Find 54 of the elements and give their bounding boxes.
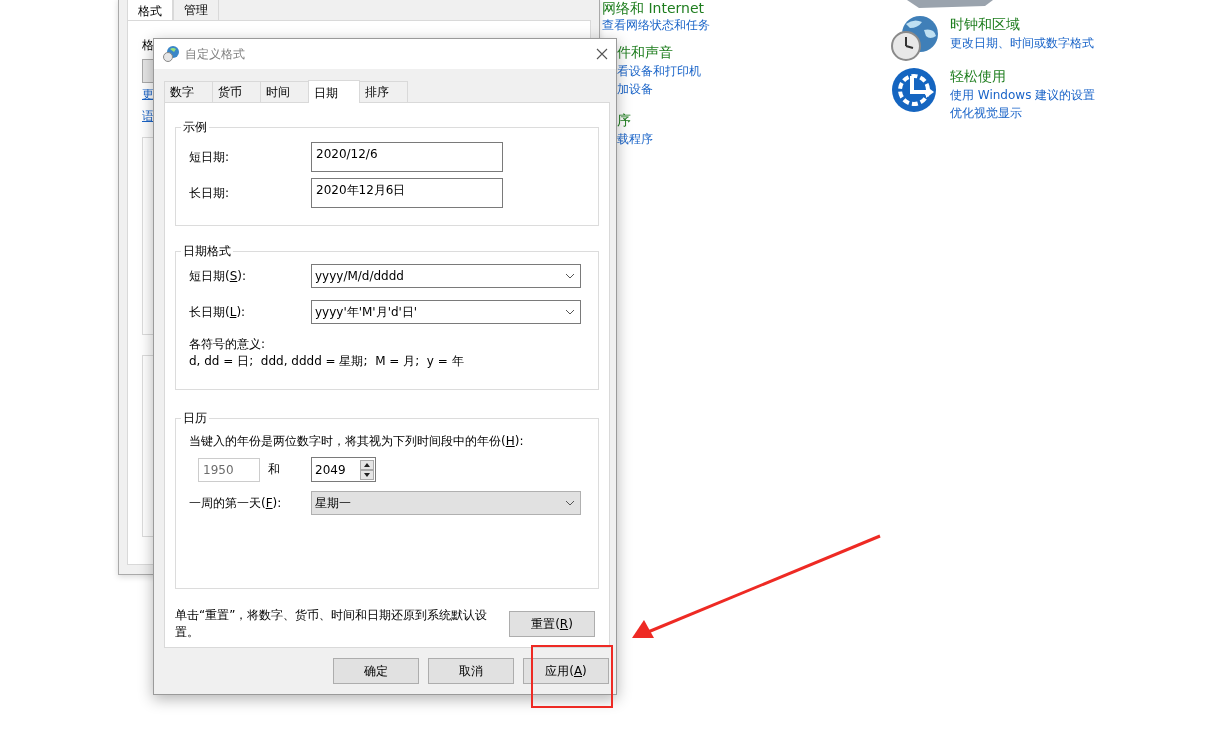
field-label: 一周的第一天(F):	[189, 495, 283, 511]
category-link[interactable]: 看设备和打印机	[617, 62, 701, 80]
tab[interactable]: 日期	[308, 80, 360, 103]
sample-field: 2020/12/6	[311, 142, 503, 172]
year-spinner[interactable]: 2049	[311, 457, 376, 482]
reset-note: 单击“重置”，将数字、货币、时间和日期还原到系统默认设置。	[175, 607, 489, 641]
category-link[interactable]: 查看网络状态和任务	[602, 16, 710, 34]
legend-text: d, dd = 日; ddd, dddd = 星期; M = 月; y = 年	[189, 353, 464, 370]
group-title: 示例	[181, 119, 209, 135]
category-title[interactable]: 件和声音	[617, 42, 701, 62]
field-label: 短日期:	[189, 149, 231, 165]
category-title[interactable]: 轻松使用	[950, 66, 1096, 86]
field-label: 长日期:	[189, 185, 231, 201]
chevron-down-icon	[565, 500, 575, 506]
tab[interactable]: 数字	[164, 81, 213, 102]
chevron-down-icon	[565, 273, 575, 279]
category-link[interactable]: 优化视觉显示	[950, 104, 1096, 122]
dialog-button[interactable]: 确定	[333, 658, 419, 684]
field-label: 长日期(L):	[189, 304, 247, 320]
tab[interactable]: 排序	[359, 81, 408, 102]
instruction-text: 当键入的年份是两位数字时，将其视为下列时间段中的年份(H):	[189, 433, 524, 449]
close-icon[interactable]	[596, 48, 608, 60]
category-link[interactable]: 加设备	[617, 80, 701, 98]
group-title: 日期格式	[181, 243, 233, 259]
tab[interactable]: 格式	[127, 0, 173, 20]
dialog-button[interactable]: 取消	[428, 658, 514, 684]
category-title[interactable]: 网络和 Internet	[602, 0, 710, 16]
field-label: 格	[142, 37, 154, 53]
tab[interactable]: 管理	[173, 0, 219, 20]
globe-clock-icon[interactable]	[890, 14, 940, 62]
category-title[interactable]: 时钟和区域	[950, 14, 1094, 34]
settings-link[interactable]: 更	[142, 83, 154, 105]
weekday-dropdown[interactable]: 星期一	[311, 491, 581, 515]
format-dropdown[interactable]: yyyy/M/d/dddd	[311, 264, 581, 288]
reset-button[interactable]: 重置(R)	[509, 611, 595, 637]
chevron-down-icon	[565, 309, 575, 315]
format-dropdown[interactable]: yyyy'年'M'月'd'日'	[311, 300, 581, 324]
field-label: 短日期(S):	[189, 268, 248, 284]
tab[interactable]: 货币	[212, 81, 261, 102]
group-title: 日历	[181, 410, 209, 426]
sample-field: 2020年12月6日	[311, 178, 503, 208]
settings-link[interactable]: 语	[142, 105, 154, 127]
spin-down-icon[interactable]	[360, 469, 374, 480]
spin-up-icon[interactable]	[360, 459, 374, 470]
dialog-button[interactable]: 应用(A)	[523, 658, 609, 684]
category-link[interactable]: 载程序	[617, 130, 701, 148]
category-link[interactable]: 更改日期、时间或数字格式	[950, 34, 1094, 52]
device-icon[interactable]	[905, 0, 995, 8]
window-title: 自定义格式	[185, 45, 246, 63]
legend-title: 各符号的意义:	[189, 336, 266, 353]
and-label: 和	[268, 461, 281, 478]
category-link[interactable]: 使用 Windows 建议的设置	[950, 86, 1096, 104]
globe-clock-icon	[163, 46, 179, 62]
category-title[interactable]: 序	[617, 110, 701, 130]
